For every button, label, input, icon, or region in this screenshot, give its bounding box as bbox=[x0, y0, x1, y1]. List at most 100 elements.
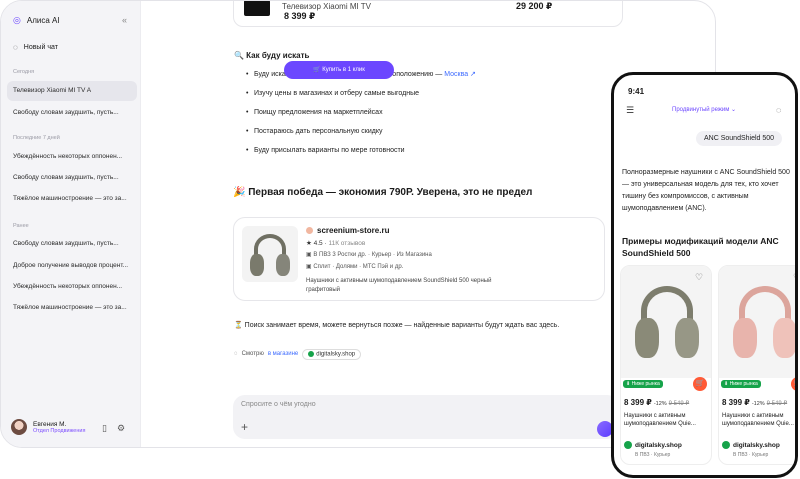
heart-icon[interactable]: ♡ bbox=[793, 272, 795, 283]
headphones-image bbox=[242, 226, 298, 282]
how-search-title: 🔍 Как буду искать bbox=[234, 51, 310, 60]
old-price: 9 549 ₽ bbox=[766, 401, 788, 407]
sidebar-item-chat[interactable]: Свободу словам заудшить, пусть... bbox=[7, 234, 137, 254]
card-shop[interactable]: digitalsky.shop bbox=[722, 441, 780, 449]
app-name: Алиса AI bbox=[26, 16, 60, 25]
shop-logo-icon bbox=[624, 441, 632, 449]
shop-chip-label: digitalsky.shop bbox=[316, 351, 356, 358]
sidebar-item-chat[interactable]: Убеждённость некоторых оппонен... bbox=[7, 147, 137, 167]
card-shop[interactable]: digitalsky.shop bbox=[624, 441, 682, 449]
app-header[interactable]: ◎ Алиса AI bbox=[13, 15, 60, 26]
below-market-badge: ⬇ Ниже рынка bbox=[623, 380, 663, 388]
price-value: 8 399 ₽ bbox=[722, 398, 750, 407]
cart-icon: 🛒 bbox=[313, 67, 323, 73]
card-price: 8 399 ₽ -12% 9 549 ₽ bbox=[624, 398, 689, 407]
gear-icon[interactable]: ⚙ bbox=[117, 423, 125, 434]
new-chat-label: Новый чат bbox=[23, 44, 58, 51]
card-pickup: В ПВЗ · Курьер bbox=[635, 452, 671, 458]
search-time-note: ⏳ Поиск занимает время, можете вернуться… bbox=[234, 322, 560, 329]
spinner-icon: ◌ bbox=[234, 351, 238, 358]
sidebar: ◎ Алиса AI « ◌ Новый чат Сегодня Телевиз… bbox=[1, 1, 141, 447]
section-title-earlier: Ранее bbox=[13, 223, 29, 229]
shop-logo-icon bbox=[722, 441, 730, 449]
sidebar-item-chat[interactable]: Телевизор Xiaomi MI TV A bbox=[7, 81, 137, 101]
discount: -12% bbox=[653, 401, 667, 407]
shop-name-text: screenium-store.ru bbox=[317, 226, 390, 235]
sidebar-item-chat[interactable]: Свободу словам заудшить, пусть... bbox=[7, 103, 137, 123]
models-heading: Примеры модификаций модели ANC SoundShie… bbox=[622, 236, 779, 258]
tv-thumbnail bbox=[244, 1, 270, 16]
old-price: 9 549 ₽ bbox=[668, 401, 690, 407]
watch-link[interactable]: в магазине bbox=[268, 351, 298, 357]
menu-icon[interactable]: ☰ bbox=[626, 105, 634, 116]
shop-chip[interactable]: digitalsky.shop bbox=[302, 349, 362, 360]
headphones-image bbox=[719, 266, 795, 378]
sidebar-item-chat[interactable]: Доброе получение выводов процент... bbox=[7, 256, 137, 276]
user-query-bubble: ANC SoundShield 500 bbox=[696, 131, 783, 146]
watching-status: ◌ Смотрю в магазине digitalsky.shop bbox=[234, 349, 362, 360]
mode-selector[interactable]: Продвинутый режим ⌄ bbox=[672, 106, 736, 113]
user-name: Евгения М. bbox=[33, 420, 67, 428]
product-price: 8 399 ₽ bbox=[284, 11, 316, 21]
product-card[interactable]: screenium-store.ru ★ 4.5 · 11К отзывов ▣… bbox=[233, 217, 605, 301]
rating-value: 4.5 bbox=[313, 240, 323, 247]
card-name: Наушники с активным шумоподавлением Quie… bbox=[624, 413, 696, 427]
heart-icon[interactable]: ♡ bbox=[695, 272, 703, 283]
product-card[interactable]: ♡ ⬇ Ниже рынка 🛒 8 399 ₽-12%9 549 ₽ Науш… bbox=[718, 265, 795, 465]
add-to-cart-button[interactable]: 🛒 bbox=[693, 377, 707, 391]
card-pickup: В ПВЗ · Курьер bbox=[733, 452, 769, 458]
alice-logo-icon: ◎ bbox=[13, 15, 21, 25]
product-card[interactable]: ♡ ⬇ Ниже рынка 🛒 8 399 ₽-12%9 549 ₽ Науш… bbox=[620, 265, 712, 465]
discount: -12% bbox=[751, 401, 765, 407]
attach-plus-icon[interactable]: + bbox=[241, 421, 248, 433]
new-chat-icon[interactable]: ◌ bbox=[776, 105, 781, 115]
mobile-phone: 9:41 ☰ Продвинутый режим ⌄ ◌ ANC SoundSh… bbox=[611, 72, 798, 478]
location-link[interactable]: Москва ↗ bbox=[444, 71, 476, 78]
payment-info: ▣ Сплит · Долями · МТС Пэй и др. bbox=[306, 264, 404, 270]
avatar bbox=[11, 419, 27, 435]
answer-text: Полноразмерные наушники с ANC SoundShiel… bbox=[622, 169, 790, 212]
badge-label: Ниже рынка bbox=[729, 381, 758, 387]
product-description: Наушники с активным шумоподавлением Soun… bbox=[306, 278, 492, 293]
pickup-text: В ПВЗ 3 Ростки др. · Курьер · Из Магазин… bbox=[313, 252, 432, 258]
product-title: Телевизор Xiaomi MI TV bbox=[282, 2, 372, 11]
section-title-week: Последние 7 дней bbox=[13, 135, 60, 141]
sidebar-item-chat[interactable]: Тяжёлое машиностроение — это за... bbox=[7, 189, 137, 209]
mode-label: Продвинутый режим bbox=[672, 107, 730, 113]
buy-one-click-button[interactable]: 🛒 Купить в 1 клик bbox=[284, 61, 394, 79]
desktop-window: ◎ Алиса AI « ◌ Новый чат Сегодня Телевиз… bbox=[0, 0, 716, 448]
chat-bubble-icon: ◌ bbox=[13, 43, 18, 52]
sidebar-item-chat[interactable]: Убеждённость некоторых оппонен... bbox=[7, 277, 137, 297]
shop-name[interactable]: screenium-store.ru bbox=[306, 226, 389, 235]
payment-text: Сплит · Долями · МТС Пэй и др. bbox=[313, 264, 404, 270]
list-item: Буду присылать варианты по мере готовнос… bbox=[246, 147, 476, 166]
card-name: Наушники с активным шумоподавлением Quie… bbox=[722, 413, 794, 427]
new-chat-button[interactable]: ◌ Новый чат bbox=[13, 43, 58, 52]
message-input[interactable] bbox=[241, 401, 541, 408]
status-time: 9:41 bbox=[628, 87, 645, 96]
rating: ★ 4.5 · 11К отзывов bbox=[306, 240, 366, 247]
pickup-info: ▣ В ПВЗ 3 Ростки др. · Курьер · Из Магаз… bbox=[306, 252, 432, 258]
shop-logo-icon bbox=[308, 351, 315, 357]
list-item: Поищу предложения на маркетплейсах bbox=[246, 109, 476, 128]
below-market-badge: ⬇ Ниже рынка bbox=[721, 380, 761, 388]
product-price: 29 200 ₽ bbox=[516, 1, 553, 11]
message-composer: + bbox=[233, 395, 619, 439]
collapse-sidebar-icon[interactable]: « bbox=[122, 15, 127, 25]
user-profile[interactable]: Евгения М. Отдел Продвижения bbox=[11, 419, 85, 435]
reviews-count: 11К отзывов bbox=[328, 240, 366, 247]
sidebar-item-chat[interactable]: Тяжёлое машиностроение — это за... bbox=[7, 298, 137, 318]
buy-label: Купить в 1 клик bbox=[322, 67, 365, 73]
shop-logo-icon bbox=[306, 227, 313, 234]
user-subscription: Отдел Продвижения bbox=[33, 427, 86, 434]
list-item: Изучу цены в магазинах и отберу самые вы… bbox=[246, 90, 476, 109]
phone-icon[interactable]: ▯ bbox=[102, 423, 107, 434]
sidebar-item-chat[interactable]: Свободу словам заудшить, пусть... bbox=[7, 168, 137, 188]
add-to-cart-button[interactable]: 🛒 bbox=[791, 377, 795, 391]
watch-prefix: Смотрю bbox=[241, 351, 264, 358]
first-win-heading: 🎉 Первая победа — экономия 790Р. Уверена… bbox=[233, 187, 533, 198]
shop-name-text: digitalsky.shop bbox=[635, 441, 682, 449]
card-price: 8 399 ₽ -12% 9 549 ₽ bbox=[722, 398, 787, 407]
badge-label: Ниже рынка bbox=[631, 381, 660, 387]
section-title-today: Сегодня bbox=[13, 69, 35, 75]
